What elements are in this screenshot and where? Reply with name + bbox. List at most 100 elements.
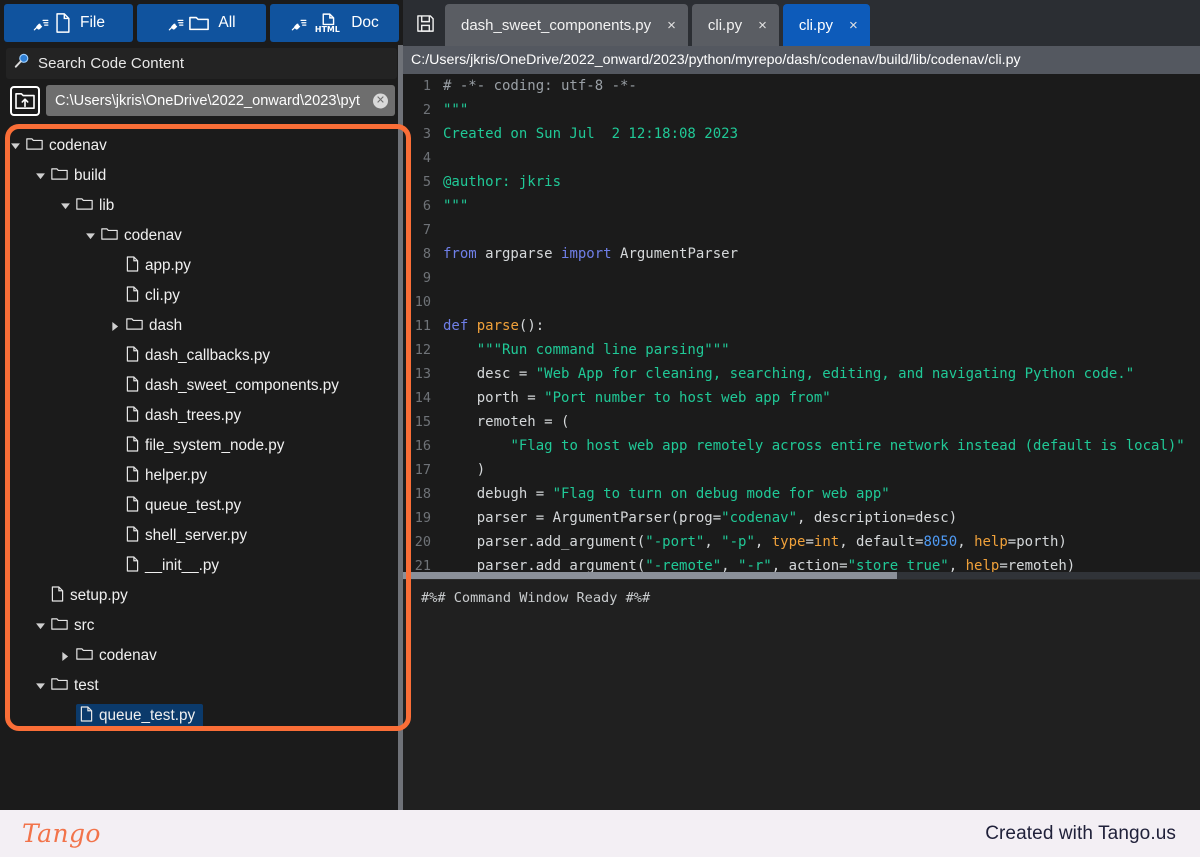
line-number: 3 [422, 126, 431, 142]
chevron-right-icon[interactable] [108, 319, 122, 333]
chevron-down-icon[interactable] [33, 679, 47, 693]
tree-file-dash-trees-py[interactable]: dash_trees.py [0, 401, 399, 431]
tree-folder-lib[interactable]: lib [0, 191, 399, 221]
tree-node-label: lib [99, 197, 115, 214]
broom-file-icon [32, 13, 71, 33]
file-icon [126, 555, 139, 576]
chevron-down-icon[interactable] [58, 199, 72, 213]
tree-folder-dash[interactable]: dash [0, 311, 399, 341]
code-token: @author: jkris [443, 174, 562, 190]
editor-tab[interactable]: cli.py × [691, 4, 779, 46]
code-token: , [704, 534, 722, 550]
tree-file---init---py[interactable]: __init__.py [0, 551, 399, 581]
code-line: 4 [403, 146, 1200, 170]
close-icon[interactable]: × [667, 17, 676, 34]
file-icon [126, 465, 139, 486]
code-token: argparse [476, 246, 562, 262]
tree-node-icon [126, 465, 139, 487]
tree-folder-build[interactable]: build [0, 161, 399, 191]
line-number: 1 [422, 78, 431, 94]
chevron-right-icon[interactable] [58, 649, 72, 663]
tree-node-icon [126, 495, 139, 517]
file-tree[interactable]: codenav build lib codenav app.py cli.py dash da… [0, 125, 399, 730]
tree-file-shell-server-py[interactable]: shell_server.py [0, 521, 399, 551]
clean-all-label: All [218, 14, 236, 31]
tree-folder-codenav[interactable]: codenav [0, 641, 399, 671]
code-token: # -*- coding: utf-8 -*- [443, 78, 637, 94]
directory-path-field[interactable]: C:\Users\jkris\OneDrive\2022_onward\2023… [46, 85, 395, 116]
code-token: import [561, 246, 612, 262]
clean-toolbar: File All HTML Doc [0, 0, 403, 44]
tree-node-label: dash_callbacks.py [145, 347, 270, 364]
clean-doc-button[interactable]: HTML Doc [270, 4, 399, 42]
search-icon [14, 53, 30, 74]
tree-file-cli-py[interactable]: cli.py [0, 281, 399, 311]
tree-node-icon [126, 525, 139, 547]
clean-file-button[interactable]: File [4, 4, 133, 42]
tree-file-helper-py[interactable]: helper.py [0, 461, 399, 491]
folder-icon [126, 317, 143, 335]
code-token: type [771, 534, 806, 550]
tree-file-file-system-node-py[interactable]: file_system_node.py [0, 431, 399, 461]
file-path-bar: C:/Users/jkris/OneDrive/2022_onward/2023… [403, 46, 1200, 74]
chevron-down-icon[interactable] [83, 229, 97, 243]
line-number: 5 [422, 174, 431, 190]
chevron-down-icon[interactable] [8, 139, 22, 153]
code-token: int [813, 534, 840, 550]
editor-tab-active[interactable]: cli.py × [782, 4, 870, 46]
open-folder-up-icon[interactable] [10, 85, 40, 116]
search-input[interactable]: Search Code Content [6, 48, 397, 79]
horizontal-scrollbar-thumb[interactable] [403, 572, 898, 579]
code-line: 18 debugh = "Flag to turn on debug mode … [403, 482, 1200, 506]
horizontal-scrollbar[interactable] [403, 572, 1200, 579]
line-number: 8 [422, 246, 431, 262]
app-root: File All HTML Doc Search Code Content C:… [0, 0, 1200, 857]
tree-file-dash-callbacks-py[interactable]: dash_callbacks.py [0, 341, 399, 371]
tree-node-icon [51, 677, 68, 696]
chevron-down-icon[interactable] [33, 169, 47, 183]
code-token: Created on Sun Jul 2 12:18:08 2023 [443, 126, 739, 142]
tree-node-label: helper.py [145, 467, 208, 484]
tree-file-dash-sweet-components-py[interactable]: dash_sweet_components.py [0, 371, 399, 401]
line-number: 18 [414, 486, 431, 502]
tree-node-icon [51, 617, 68, 636]
chevron-down-icon[interactable] [33, 619, 47, 633]
tree-node-label: queue_test.py [99, 707, 196, 724]
code-editor[interactable]: 1 # -*- coding: utf-8 -*- 2 """ 3 Created on … [403, 74, 1200, 579]
editor-tabbar: dash_sweet_components.py × cli.py × cli.py × [403, 0, 1200, 46]
file-icon [126, 495, 139, 516]
save-disk-icon[interactable] [409, 0, 441, 46]
command-window[interactable]: #%# Command Window Ready #%# [403, 579, 1200, 810]
tree-file-queue-test-py[interactable]: queue_test.py [0, 701, 399, 730]
code-line: 14 porth = "Port number to host web app … [403, 386, 1200, 410]
tango-footer: Tango Created with Tango.us [0, 810, 1200, 857]
close-icon[interactable]: × [849, 17, 858, 34]
tree-folder-test[interactable]: test [0, 671, 399, 701]
tree-file-app-py[interactable]: app.py [0, 251, 399, 281]
code-token: porth = [443, 390, 545, 406]
tree-file-setup-py[interactable]: setup.py [0, 581, 399, 611]
tree-folder-codenav[interactable]: codenav [0, 131, 399, 161]
file-icon [126, 405, 139, 426]
tree-node-label: build [74, 167, 107, 184]
tree-folder-codenav[interactable]: codenav [0, 221, 399, 251]
clean-all-button[interactable]: All [137, 4, 266, 42]
code-token: = [805, 534, 814, 550]
directory-path-value: C:\Users\jkris\OneDrive\2022_onward\2023… [55, 92, 360, 109]
line-number: 10 [414, 294, 431, 310]
code-token: , [957, 534, 975, 550]
close-icon[interactable]: × [758, 17, 767, 34]
tree-file-queue-test-py[interactable]: queue_test.py [0, 491, 399, 521]
editor-tab[interactable]: dash_sweet_components.py × [445, 4, 688, 46]
code-token: "-p" [721, 534, 755, 550]
code-token: =porth) [1007, 534, 1067, 550]
code-token: 8050 [923, 534, 958, 550]
tree-node-label: dash [149, 317, 183, 334]
tree-folder-src[interactable]: src [0, 611, 399, 641]
code-token: "codenav" [721, 510, 798, 526]
tree-node-icon [80, 705, 93, 727]
clear-icon[interactable]: ✕ [373, 93, 388, 108]
tree-node-label: codenav [49, 137, 107, 154]
code-line: 16 "Flag to host web app remotely across… [403, 434, 1200, 458]
